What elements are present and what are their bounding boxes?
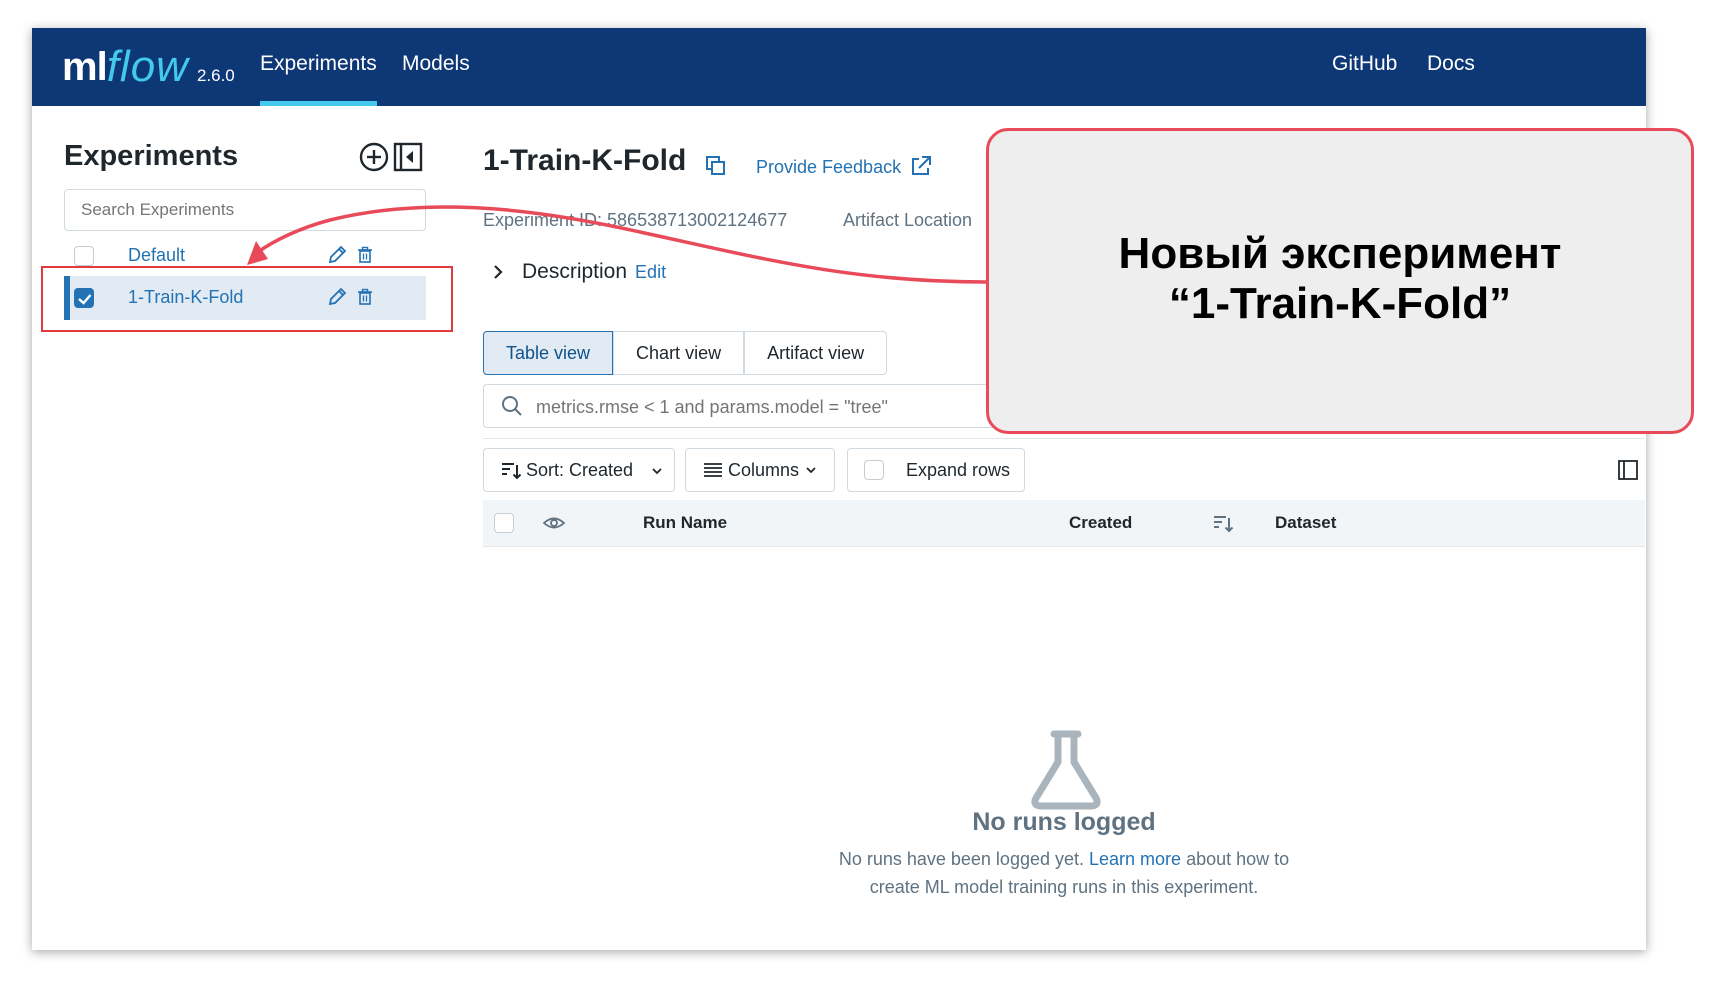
expand-rows-checkbox[interactable]	[864, 460, 884, 480]
sort-label: Sort: Created	[526, 460, 634, 480]
nav-docs[interactable]: Docs	[1427, 28, 1475, 106]
tab-artifact-view[interactable]: Artifact view	[744, 331, 888, 375]
sidebar-title: Experiments	[64, 140, 239, 172]
learn-more-link[interactable]: Learn more	[1089, 849, 1181, 869]
collapse-sidebar-icon[interactable]	[393, 142, 423, 172]
nav-github[interactable]: GitHub	[1332, 28, 1397, 106]
experiment-name[interactable]: Default	[128, 245, 185, 266]
toggle-panel-icon[interactable]	[1617, 459, 1639, 481]
annotation-callout: Новый эксперимент “1-Train-K-Fold”	[986, 128, 1694, 434]
empty-state-title: No runs logged	[972, 808, 1156, 836]
description-edit-link[interactable]: Edit	[635, 262, 666, 283]
logo-ml-text: ml	[62, 45, 108, 89]
external-link-icon	[912, 156, 932, 175]
annotation-line-1: Новый эксперимент	[1118, 229, 1562, 278]
selection-highlight-box	[41, 266, 453, 332]
nav-experiments[interactable]: Experiments	[260, 28, 377, 106]
copy-icon[interactable]	[704, 154, 728, 178]
empty-state-text: No runs have been logged yet. Learn more…	[483, 845, 1645, 901]
trash-icon[interactable]	[354, 244, 376, 266]
column-header-created[interactable]: Created	[1069, 500, 1132, 546]
select-all-checkbox[interactable]	[494, 513, 514, 533]
chevron-right-icon[interactable]	[488, 262, 508, 282]
toolbar-divider	[483, 438, 1645, 439]
top-navigation-bar: ml flow 2.6.0 Experiments Models GitHub …	[32, 28, 1646, 106]
experiment-checkbox[interactable]	[74, 246, 94, 266]
feedback-label[interactable]: Provide Feedback	[756, 157, 901, 177]
annotation-text: Новый эксперимент “1-Train-K-Fold”	[989, 229, 1691, 329]
column-header-run-name[interactable]: Run Name	[643, 500, 727, 546]
expand-rows-toggle[interactable]: Expand rows	[847, 448, 1025, 492]
empty-state-text-1: No runs have been logged yet.	[838, 849, 1084, 869]
mlflow-logo[interactable]: ml flow 2.6.0	[62, 42, 235, 92]
list-icon	[704, 463, 722, 477]
version-label: 2.6.0	[196, 66, 235, 85]
tab-table-view[interactable]: Table view	[483, 331, 614, 375]
sort-dropdown[interactable]: Sort: Created	[483, 448, 675, 492]
provide-feedback-link[interactable]: Provide Feedback	[756, 155, 932, 178]
annotation-line-2: “1-Train-K-Fold”	[1168, 279, 1512, 328]
beaker-icon	[1026, 728, 1106, 812]
view-mode-tabs: Table view Chart view Artifact view	[483, 331, 888, 375]
experiment-title: 1-Train-K-Fold	[483, 144, 687, 177]
columns-label: Columns	[728, 460, 800, 480]
pencil-icon[interactable]	[326, 244, 348, 266]
columns-dropdown[interactable]: Columns	[685, 448, 835, 492]
search-experiments-input[interactable]	[64, 189, 426, 231]
logo-flow-text: flow	[106, 42, 189, 91]
empty-state-text-3: create ML model training runs in this ex…	[869, 877, 1259, 897]
runs-table-header: Run Name Created Dataset	[483, 500, 1645, 547]
experiment-id-label: Experiment ID: 586538713002124677	[483, 210, 788, 230]
chevron-down-icon	[652, 468, 662, 475]
empty-state-text-2: about how to	[1186, 849, 1290, 869]
tab-chart-view[interactable]: Chart view	[613, 331, 745, 375]
sort-column-icon[interactable]	[1212, 512, 1234, 534]
chevron-down-icon	[806, 467, 816, 474]
column-header-dataset[interactable]: Dataset	[1275, 500, 1336, 546]
description-row: Description Edit	[488, 260, 666, 284]
sort-icon	[502, 463, 522, 480]
expand-rows-label: Expand rows	[906, 460, 1011, 480]
create-experiment-icon[interactable]	[359, 142, 389, 172]
search-icon	[502, 396, 522, 416]
eye-icon[interactable]	[542, 511, 566, 535]
nav-models[interactable]: Models	[402, 28, 470, 106]
description-label[interactable]: Description	[522, 260, 627, 284]
artifact-location-label: Artifact Location	[843, 210, 973, 230]
